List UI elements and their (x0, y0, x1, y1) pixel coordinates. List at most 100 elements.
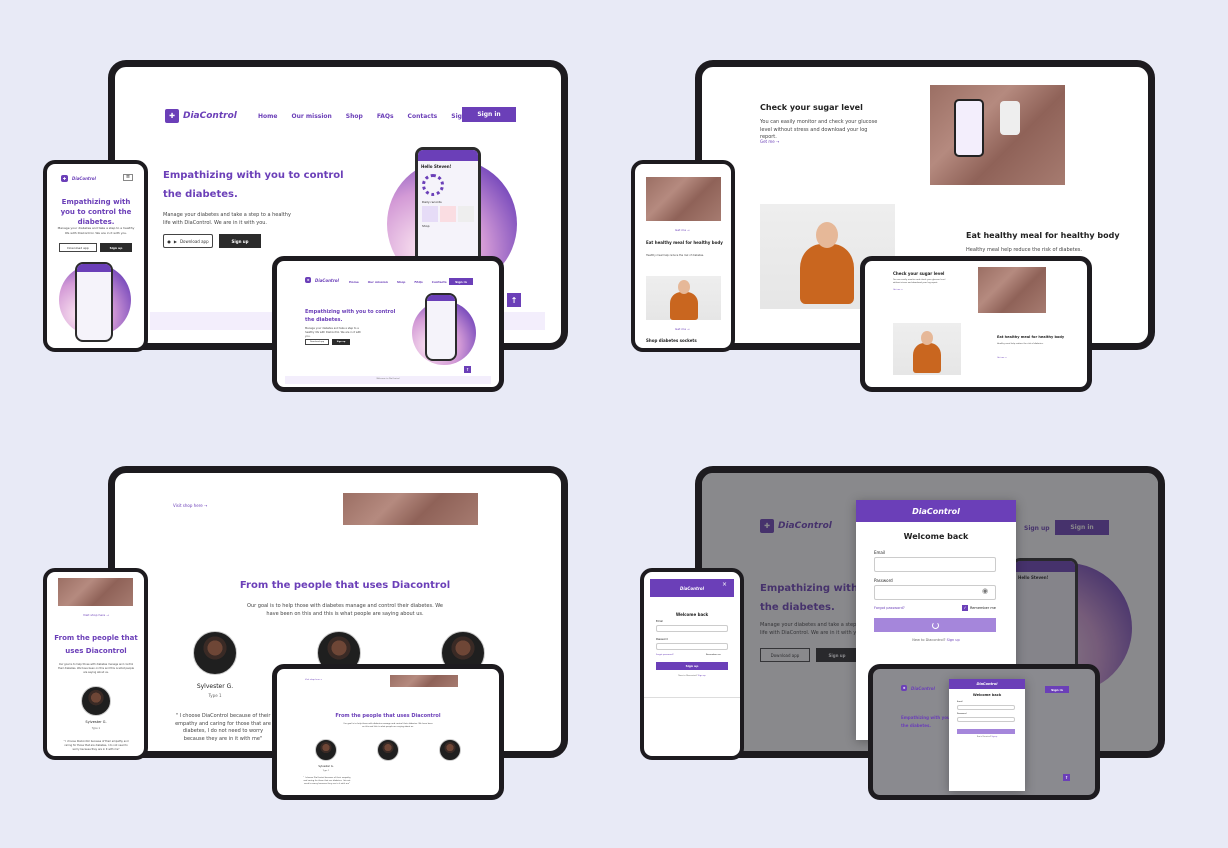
logo[interactable]: ✚ DiaControl (901, 685, 935, 691)
scroll-up-button[interactable]: ↑ (1063, 774, 1070, 781)
login-submit-button[interactable] (957, 729, 1015, 734)
testimonials-intro: Our goal is to help those with diabetes … (343, 723, 433, 728)
sugar-link[interactable]: Get me → (760, 139, 779, 144)
signin-button[interactable]: Sign in (1045, 686, 1069, 693)
hero-body: Manage your diabetes and take a step to … (305, 327, 362, 338)
nav-shop[interactable]: Shop (397, 280, 406, 284)
login-submit-button[interactable]: Sign up (656, 662, 728, 670)
close-icon[interactable]: × (722, 581, 727, 588)
mobile-testimonials-title-1: From the people that (54, 634, 138, 642)
hero-signup-button[interactable]: Sign up (100, 243, 132, 252)
signin-button[interactable]: Sign in (462, 107, 516, 122)
signup-link[interactable]: Sign up (698, 675, 706, 677)
nav-faqs[interactable]: FAQs (414, 280, 422, 284)
remember-me-checkbox[interactable]: ✓ (962, 605, 968, 611)
nav-contacts[interactable]: Contacts (432, 280, 447, 284)
phone-hero: ✚ DiaControl ≡ Empathizing with you to c… (43, 160, 148, 352)
laptop-login: ✚ DiaControl Sign in Empathizing with yo… (868, 664, 1100, 800)
nav-home[interactable]: Home (258, 113, 277, 120)
mobile-hero-body: Manage your diabetes and take a step to … (57, 226, 135, 235)
menu-icon[interactable]: ≡ (123, 174, 133, 181)
logo-mark-icon: ✚ (165, 109, 179, 123)
nav-faqs[interactable]: FAQs (377, 113, 394, 120)
get-me-link-2[interactable]: Get me → (997, 357, 1007, 359)
meal-title: Eat healthy meal for healthy body (966, 231, 1120, 240)
email-label: Email (874, 550, 886, 555)
meal-body: Healthy meal help reduce the risk of dia… (997, 343, 1044, 345)
modal-header: DiaControl (856, 500, 1016, 522)
password-label: Password (656, 638, 668, 641)
forgot-password-link[interactable]: Forgot password? (874, 606, 905, 610)
person-quote: " I choose DiaControl because of their e… (303, 777, 351, 785)
email-label: Email (957, 701, 963, 703)
signup-link[interactable]: Sign up (947, 638, 960, 642)
shop-link[interactable]: Visit shop here → (305, 679, 322, 681)
phone-login: DiaControl × Welcome back Email Password… (640, 568, 744, 760)
sugar-body: You can easily monitor and check your gl… (893, 279, 946, 284)
shop-photo (343, 493, 478, 525)
signin-button[interactable]: Sign in (449, 278, 473, 285)
nav-shop[interactable]: Shop (346, 113, 363, 120)
person-type: Type 1 (91, 727, 101, 730)
meal-title: Eat healthy meal for healthy body (646, 240, 723, 245)
get-me-link-2[interactable]: Get me → (675, 327, 690, 331)
hero-body: Manage your diabetes and take a step to … (163, 212, 291, 226)
person-name: Sylvester G. (85, 720, 107, 724)
remember-me-label: Remember me (970, 606, 996, 610)
arrow-right-icon: → (776, 139, 780, 144)
daily-records-label: Daily records (422, 200, 442, 205)
shop-link[interactable]: Visit shop here → (173, 503, 207, 508)
scroll-up-button[interactable]: ↑ (507, 293, 521, 307)
password-field[interactable] (957, 717, 1015, 722)
email-field[interactable] (656, 625, 728, 632)
get-me-link[interactable]: Get me → (893, 289, 903, 291)
person-type: Type 1 (208, 693, 222, 698)
hero-signup-button[interactable]: Sign up (219, 234, 261, 248)
hero-phone (425, 293, 457, 361)
nav-contacts[interactable]: Contacts (408, 113, 438, 120)
phone-in-photo (954, 99, 984, 157)
download-app-button[interactable]: Download app (59, 243, 97, 252)
password-field[interactable] (874, 585, 996, 600)
logo-mark-icon: ✚ (61, 175, 68, 182)
app-greeting: Hello Steven! (421, 164, 452, 170)
glucose-meter (1000, 101, 1020, 135)
person-name: Sylvester G. (318, 765, 334, 768)
logo[interactable]: ✚ DiaControl (165, 109, 237, 123)
shop-link[interactable]: Visit shop here → (83, 613, 109, 617)
shop-photo (390, 675, 458, 687)
laptop-testimonials: Visit shop here → From the people that u… (272, 664, 504, 800)
hero-title-2: the diabetes. (163, 189, 238, 200)
nav-mission[interactable]: Our mission (368, 280, 388, 284)
person-name: Sylvester G. (196, 683, 234, 690)
logo[interactable]: ✚ DiaControl (61, 175, 96, 182)
scroll-up-button[interactable]: ↑ (464, 366, 471, 373)
forgot-password-link[interactable]: Forgot password? (656, 654, 674, 656)
signup-prompt: New to Diacontrol? Sign up (912, 638, 960, 642)
get-me-link[interactable]: Get me → (675, 228, 690, 232)
progress-ring-icon (422, 174, 444, 197)
person-type: Type 1 (322, 770, 330, 772)
signup-link[interactable]: Sign up (992, 737, 998, 738)
logo[interactable]: ✚ DiaControl (305, 277, 339, 283)
password-label: Password (874, 578, 893, 583)
download-app-button[interactable]: ● ▶ Download app (163, 234, 213, 248)
testimonials-intro: Our goal is to help those with diabetes … (247, 603, 443, 617)
signup-prompt: New to Diacontrol? Sign up (678, 675, 706, 677)
email-field[interactable] (957, 705, 1015, 710)
shop-title: Shop diabetes sockets (646, 338, 697, 343)
shop-photo (58, 578, 133, 606)
person-quote: " I choose DiaControl because of their e… (175, 713, 271, 742)
email-field[interactable] (874, 557, 996, 572)
nav-mission[interactable]: Our mission (291, 113, 331, 120)
login-submit-button[interactable] (874, 618, 996, 632)
logo-text: DiaControl (183, 111, 237, 121)
nav-home[interactable]: Home (349, 280, 359, 284)
hero-signup-button[interactable]: Sign up (332, 339, 350, 345)
download-app-button[interactable]: Download app (305, 339, 329, 345)
glucose-meter-photo (978, 267, 1046, 313)
password-field[interactable] (656, 643, 728, 650)
phone-features: Get me → Eat healthy meal for healthy bo… (631, 160, 735, 352)
testimonials-title: From the people that uses Diacontrol (239, 580, 451, 591)
eye-icon[interactable]: ◉ (982, 587, 988, 595)
